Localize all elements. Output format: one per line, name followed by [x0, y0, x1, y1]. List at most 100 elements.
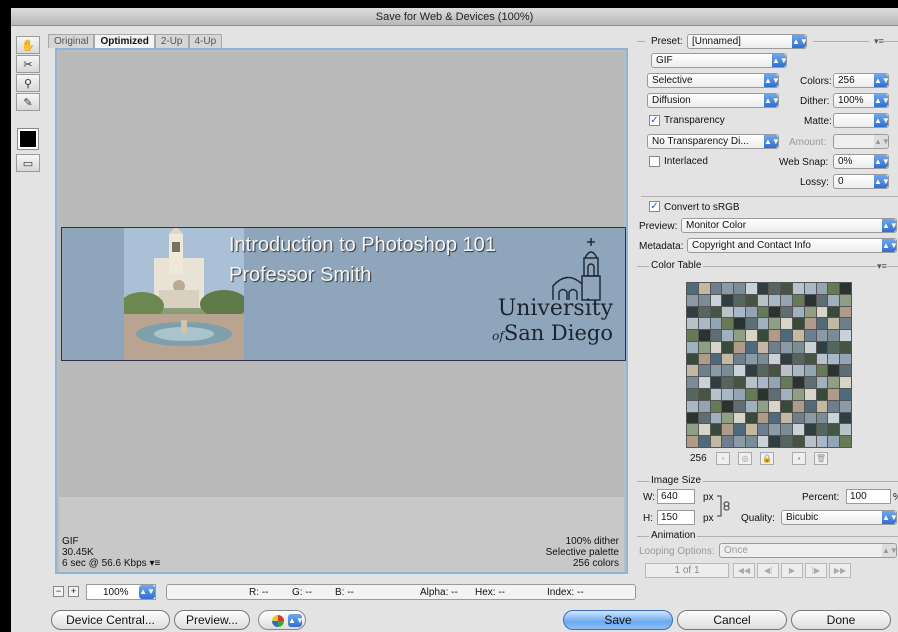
- dither-algorithm-select[interactable]: Diffusion ▲▼: [647, 93, 779, 108]
- color-swatch[interactable]: [840, 353, 851, 365]
- color-swatch[interactable]: [734, 436, 745, 447]
- color-swatch[interactable]: [734, 389, 745, 400]
- color-swatch[interactable]: [757, 424, 769, 436]
- color-swatch[interactable]: [722, 353, 734, 365]
- color-swatch[interactable]: [757, 389, 769, 400]
- color-swatch[interactable]: [757, 353, 769, 365]
- metadata-select[interactable]: Copyright and Contact Info ▲▼: [687, 238, 897, 253]
- color-swatch[interactable]: [722, 283, 734, 294]
- color-swatch[interactable]: [793, 365, 804, 377]
- color-swatch[interactable]: [840, 283, 851, 294]
- color-swatch[interactable]: [722, 377, 734, 389]
- color-swatch[interactable]: [745, 377, 757, 389]
- color-swatch[interactable]: [840, 412, 851, 424]
- color-swatch[interactable]: [687, 341, 698, 353]
- color-swatch[interactable]: [769, 353, 781, 365]
- color-swatch[interactable]: [710, 318, 722, 330]
- lossy-select[interactable]: 0 ▲▼: [833, 174, 889, 189]
- color-swatch[interactable]: [710, 341, 722, 353]
- color-swatch[interactable]: [816, 412, 828, 424]
- color-swatch[interactable]: [804, 341, 816, 353]
- color-swatch[interactable]: [804, 436, 816, 447]
- color-swatch[interactable]: [816, 436, 828, 447]
- color-swatch[interactable]: [722, 341, 734, 353]
- color-swatch[interactable]: [698, 365, 710, 377]
- hand-tool-icon[interactable]: ✋: [16, 36, 40, 54]
- color-swatch[interactable]: [734, 306, 745, 318]
- color-swatch[interactable]: [804, 377, 816, 389]
- save-button[interactable]: Save: [563, 610, 673, 630]
- transparency-checkbox[interactable]: ✓: [649, 115, 660, 126]
- color-swatch[interactable]: [745, 318, 757, 330]
- color-swatch[interactable]: [828, 294, 840, 306]
- color-swatch[interactable]: [722, 318, 734, 330]
- color-swatch[interactable]: [828, 436, 840, 447]
- color-swatch[interactable]: [793, 377, 804, 389]
- color-swatch[interactable]: [698, 341, 710, 353]
- color-swatch[interactable]: [722, 294, 734, 306]
- color-swatch[interactable]: [816, 400, 828, 412]
- color-swatch[interactable]: [769, 389, 781, 400]
- quality-dropdown-arrow[interactable]: ▲▼: [882, 511, 896, 524]
- websnap-dropdown-arrow[interactable]: ▲▼: [874, 155, 888, 168]
- eyedropper-tool-icon[interactable]: ✎: [16, 93, 40, 111]
- color-swatch[interactable]: [793, 306, 804, 318]
- color-swatch[interactable]: [698, 318, 710, 330]
- color-swatch[interactable]: [804, 353, 816, 365]
- color-swatch[interactable]: [687, 330, 698, 341]
- color-swatch[interactable]: [781, 294, 793, 306]
- convert-srgb-checkbox[interactable]: ✓: [649, 201, 660, 212]
- color-swatch[interactable]: [769, 365, 781, 377]
- color-swatch[interactable]: [793, 400, 804, 412]
- color-swatch[interactable]: [840, 377, 851, 389]
- color-swatch[interactable]: [769, 424, 781, 436]
- color-swatch[interactable]: [781, 400, 793, 412]
- slice-select-tool-icon[interactable]: ✂: [16, 55, 40, 73]
- color-swatch[interactable]: [804, 412, 816, 424]
- color-swatch[interactable]: [769, 330, 781, 341]
- color-swatch[interactable]: [781, 377, 793, 389]
- color-swatch[interactable]: [769, 294, 781, 306]
- color-swatch[interactable]: [687, 306, 698, 318]
- color-swatch[interactable]: [734, 283, 745, 294]
- color-swatch[interactable]: [840, 400, 851, 412]
- color-swatch[interactable]: [769, 306, 781, 318]
- preset-dropdown-arrow[interactable]: ▲▼: [792, 35, 806, 48]
- color-swatch[interactable]: [769, 283, 781, 294]
- color-swatch[interactable]: [781, 424, 793, 436]
- color-swatch[interactable]: [781, 365, 793, 377]
- color-swatch[interactable]: [687, 294, 698, 306]
- color-swatch[interactable]: [816, 294, 828, 306]
- color-swatch[interactable]: [781, 330, 793, 341]
- color-swatch[interactable]: [757, 377, 769, 389]
- color-swatch[interactable]: [793, 318, 804, 330]
- map-to-transparent-icon[interactable]: ▫: [716, 452, 730, 465]
- color-swatch[interactable]: [745, 400, 757, 412]
- color-swatch[interactable]: [710, 365, 722, 377]
- color-reduction-select[interactable]: Selective ▲▼: [647, 73, 779, 88]
- color-swatch[interactable]: [722, 330, 734, 341]
- color-swatch[interactable]: [816, 365, 828, 377]
- color-swatch[interactable]: [734, 400, 745, 412]
- preview-canvas[interactable]: Introduction to Photoshop 101 Professor …: [59, 52, 626, 497]
- color-swatch[interactable]: [745, 353, 757, 365]
- zoom-dropdown-arrow[interactable]: ▲▼: [139, 585, 155, 599]
- tab-optimized[interactable]: Optimized: [94, 34, 155, 48]
- color-swatch[interactable]: [710, 283, 722, 294]
- device-central-button[interactable]: Device Central...: [51, 610, 170, 630]
- color-swatch[interactable]: [828, 389, 840, 400]
- color-swatch[interactable]: [745, 436, 757, 447]
- color-swatch[interactable]: [710, 353, 722, 365]
- color-swatch[interactable]: [793, 341, 804, 353]
- color-swatch[interactable]: [781, 353, 793, 365]
- color-swatch[interactable]: [816, 377, 828, 389]
- color-swatch[interactable]: [710, 330, 722, 341]
- color-swatch[interactable]: [710, 436, 722, 447]
- color-swatch[interactable]: [698, 353, 710, 365]
- color-swatch[interactable]: [687, 283, 698, 294]
- color-swatch[interactable]: [816, 318, 828, 330]
- color-swatch[interactable]: [793, 436, 804, 447]
- dither-amount-dropdown-arrow[interactable]: ▲▼: [874, 94, 888, 107]
- matte-dropdown-arrow[interactable]: ▲▼: [874, 114, 888, 127]
- color-swatch[interactable]: [828, 365, 840, 377]
